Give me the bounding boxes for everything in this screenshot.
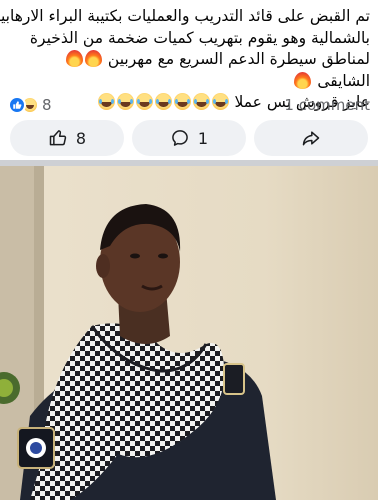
- thumbs-up-icon: [49, 130, 67, 146]
- share-arrow-icon: [302, 131, 320, 146]
- comment-count-link[interactable]: 1 comment: [284, 96, 370, 114]
- like-count: 8: [75, 128, 87, 148]
- reactions-summary-row: 8 1 comment: [8, 94, 370, 116]
- post-actions: 8 1: [10, 120, 368, 156]
- comment-count: 1: [197, 128, 209, 148]
- reaction-count: 8: [42, 96, 52, 114]
- post-line-1: تم القبض على قائد التدريب والعمليات بكتي…: [0, 7, 370, 25]
- comment-button[interactable]: 1: [132, 120, 246, 156]
- post-line-3: لمناطق سيطرة الدعم السريع مع مهربين: [8, 49, 370, 71]
- fire-emoji: [294, 71, 312, 89]
- post-photo[interactable]: [0, 166, 378, 500]
- post-line-2: بالشمالية وهو يقوم بتهريب كميات ضخمة من …: [29, 28, 370, 47]
- post-line-3-text: لمناطق سيطرة الدعم السريع مع مهربين: [107, 50, 370, 68]
- share-button[interactable]: [254, 120, 368, 156]
- like-reaction-icon: [8, 96, 26, 114]
- fire-emoji: [84, 50, 102, 67]
- post-line-4-text: الشايقى: [317, 71, 370, 90]
- reactions-summary[interactable]: 8: [8, 96, 52, 114]
- reaction-icons: [8, 96, 39, 114]
- post-line-4: الشايقى: [8, 71, 370, 93]
- fire-emoji: [65, 50, 83, 67]
- like-button[interactable]: 8: [10, 120, 124, 156]
- comment-bubble-icon: [172, 130, 188, 146]
